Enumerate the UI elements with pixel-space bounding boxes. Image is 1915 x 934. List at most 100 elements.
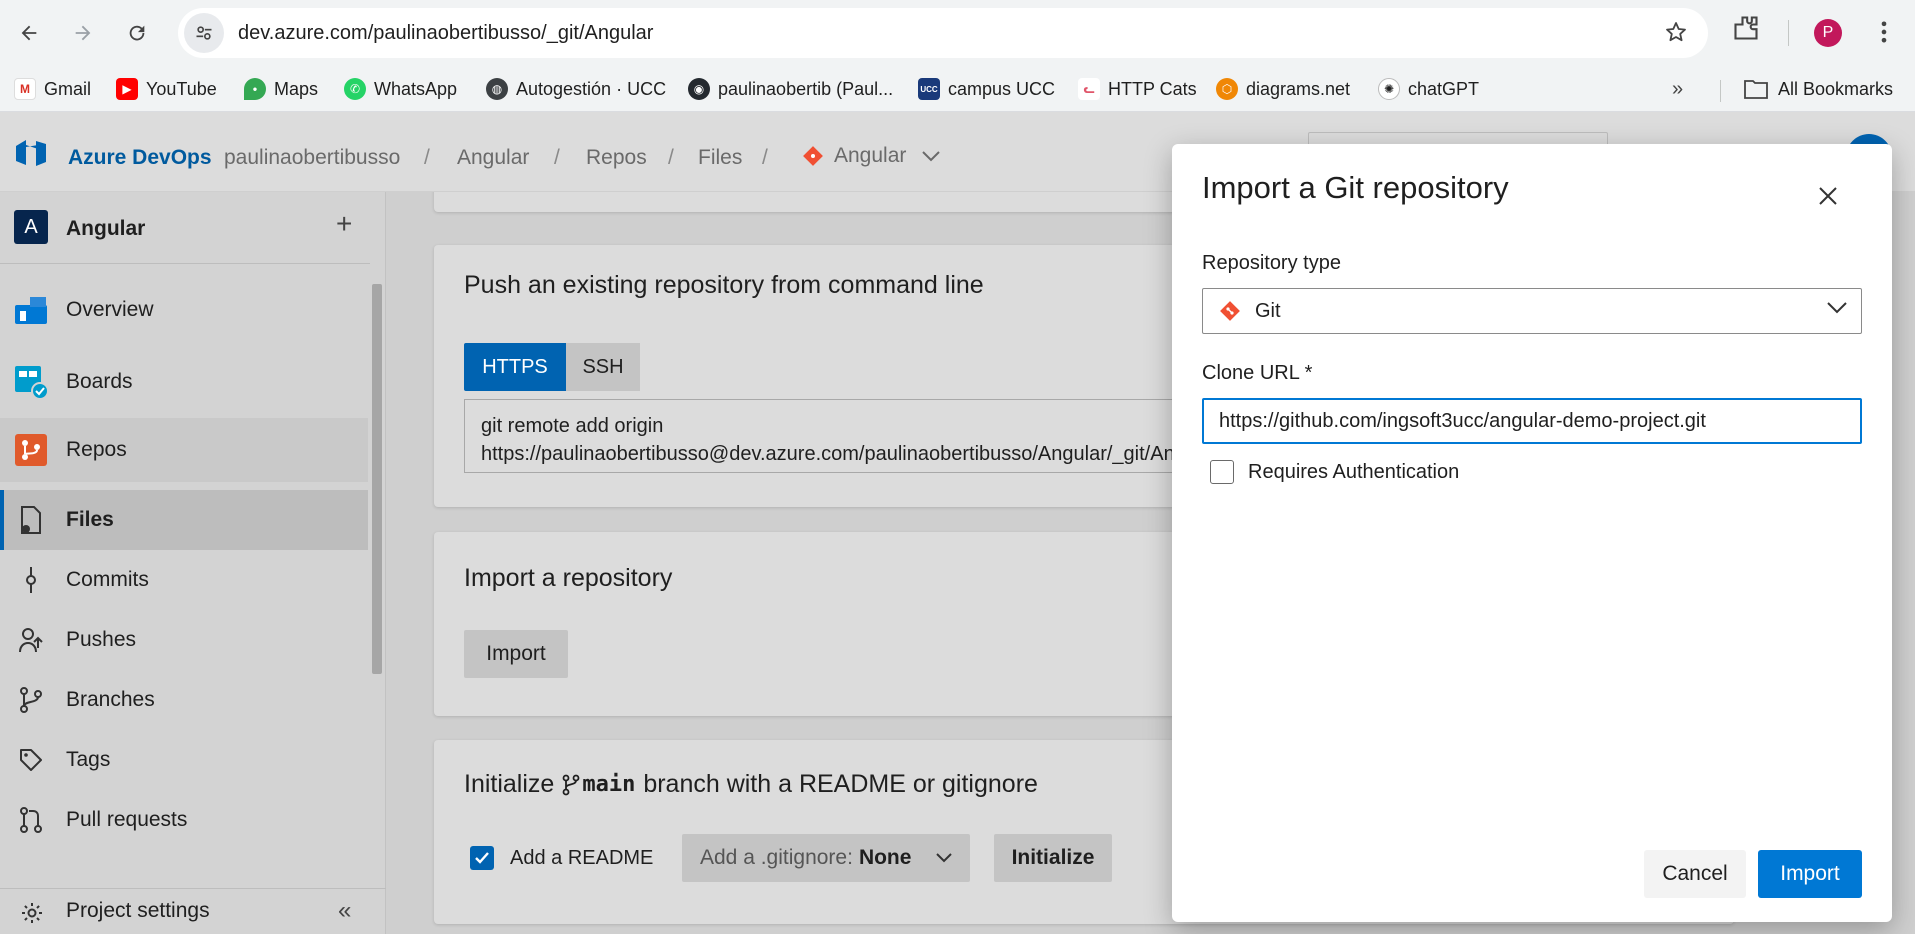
azure-devops-logo-icon[interactable] [14,138,48,168]
sidebar-item-label: Boards [66,370,133,393]
breadcrumb-project[interactable]: Angular [457,146,529,170]
sidebar-item-label: Pushes [66,628,137,651]
sidebar-item-tags[interactable]: Tags [0,730,368,790]
project-header[interactable]: A Angular + [0,192,370,264]
git-icon [1220,301,1240,321]
gmail-icon: M [14,78,36,100]
bookmark-label: Autogestión · UCC [516,78,667,99]
site-settings-icon[interactable] [184,13,224,53]
forward-button[interactable] [64,14,102,52]
bookmark-maps[interactable]: • Maps [244,76,318,102]
checkmark-icon [475,852,489,864]
address-bar[interactable]: dev.azure.com/paulinaobertibusso/_git/An… [178,8,1708,58]
breadcrumb-repos[interactable]: Repos [586,146,647,170]
sidebar-item-label: Commits [66,568,149,591]
git-icon [803,146,823,166]
sidebar-item-label: Pull requests [66,808,188,831]
back-button[interactable] [10,14,48,52]
bookmark-whatsapp[interactable]: ✆ WhatsApp [344,76,457,102]
ssh-tab[interactable]: SSH [566,343,640,391]
browser-toolbar: dev.azure.com/paulinaobertibusso/_git/An… [0,0,1915,66]
import-submit-button[interactable]: Import [1758,850,1862,898]
breadcrumb-separator: / [668,146,674,169]
files-icon [14,503,48,537]
chatgpt-icon: ✺ [1378,78,1400,100]
repo-selector[interactable]: Angular [802,144,941,168]
sidebar-item-label: Files [66,508,114,531]
tags-icon [14,743,48,777]
add-icon[interactable]: + [336,208,352,240]
project-name[interactable]: Angular [66,217,145,241]
sidebar-item-branches[interactable]: Branches [0,670,368,730]
sidebar-item-commits[interactable]: Commits [0,550,368,610]
sidebar-item-files[interactable]: Files [0,490,368,550]
sidebar-item-label: Branches [66,688,155,711]
bookmark-youtube[interactable]: ▶ YouTube [116,76,217,102]
clone-url-label: Clone URL * [1202,362,1313,384]
breadcrumb-separator: / [554,146,560,169]
project-settings-label: Project settings [66,899,210,922]
sidebar-item-label: Tags [66,748,111,771]
https-tab[interactable]: HTTPS [464,343,566,391]
clone-url-input[interactable] [1202,398,1862,444]
brand-name[interactable]: Azure DevOps [68,146,212,170]
breadcrumb-organization[interactable]: paulinaobertibusso [224,146,400,170]
bookmark-campus-ucc[interactable]: UCC campus UCC [918,76,1055,102]
requires-auth-checkbox[interactable] [1210,460,1234,484]
sidebar-item-label: Overview [66,298,154,321]
bookmark-http-cats[interactable]: ᓚ HTTP Cats [1078,76,1197,102]
sidebar-item-overview[interactable]: Overview [0,280,368,340]
close-button[interactable] [1812,180,1844,212]
sidebar-item-boards[interactable]: Boards [0,352,368,412]
close-icon [1819,187,1837,205]
collapse-sidebar-icon[interactable]: « [338,897,351,925]
bookmark-chatgpt[interactable]: ✺ chatGPT [1378,76,1479,102]
initialize-button[interactable]: Initialize [994,834,1112,882]
repos-icon [14,433,48,467]
add-readme-checkbox[interactable] [470,846,494,870]
extensions-icon[interactable] [1732,14,1760,47]
bookmark-autogestion[interactable]: ◍ Autogestión · UCC [486,76,666,102]
sidebar-item-repos[interactable]: Repos [0,418,368,482]
sidebar-item-label: Repos [66,438,127,461]
branch-icon [562,774,580,795]
project-settings[interactable]: Project settings « [0,888,386,934]
gitignore-dropdown[interactable]: Add a .gitignore: None [682,834,970,882]
sidebar-item-pull-requests[interactable]: Pull requests [0,790,368,850]
toolbar-divider [1788,20,1789,46]
repo-type-label: Repository type [1202,252,1341,274]
browser-menu-icon[interactable] [1870,18,1898,51]
push-repo-title: Push an existing repository from command… [464,271,984,299]
repo-type-dropdown[interactable]: Git [1202,288,1862,334]
reload-button[interactable] [118,14,156,52]
bookmark-label: chatGPT [1408,78,1480,99]
profile-avatar[interactable]: P [1814,19,1842,47]
add-readme-label: Add a README [510,847,654,869]
bookmark-label: paulinaobertib (Paul... [718,78,894,99]
bookmark-gmail[interactable]: M Gmail [14,76,91,102]
sidebar-scrollbar[interactable] [370,272,382,872]
url-text[interactable]: dev.azure.com/paulinaobertibusso/_git/An… [238,22,653,45]
breadcrumb-files[interactable]: Files [698,146,742,170]
globe-icon: ◍ [486,78,508,100]
all-bookmarks-label: All Bookmarks [1778,78,1894,99]
sidebar-item-pushes[interactable]: Pushes [0,610,368,670]
import-button[interactable]: Import [464,630,568,678]
dialog-title: Import a Git repository [1202,170,1509,205]
gitignore-prefix: Add a .gitignore: [700,846,853,869]
chevron-down-icon [1827,302,1847,314]
bookmark-diagrams[interactable]: ⬡ diagrams.net [1216,76,1350,102]
bookmark-star-icon[interactable] [1664,20,1688,49]
arrow-left-icon [21,25,37,41]
gear-icon [20,901,44,930]
chevron-down-icon [936,853,952,863]
cancel-button[interactable]: Cancel [1644,850,1746,898]
commits-icon [14,563,48,597]
bookmark-github[interactable]: ◉ paulinaobertib (Paul... [688,76,893,102]
more-bookmarks-button[interactable]: » [1672,78,1683,101]
bookmarks-bar: M Gmail ▶ YouTube • Maps ✆ WhatsApp ◍ Au… [0,66,1915,112]
chevron-down-icon [922,151,941,162]
initialize-title: Initialize main branch with a README or … [464,770,1038,799]
all-bookmarks-button[interactable]: All Bookmarks [1744,76,1893,102]
scrollbar-thumb[interactable] [372,284,382,674]
